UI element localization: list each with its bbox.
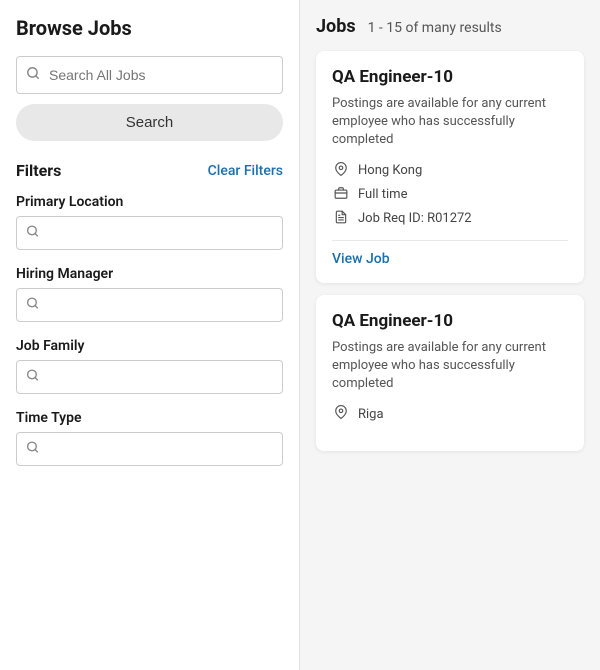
filter-group-hiring-manager: Hiring Manager (16, 266, 283, 322)
job-type-text: Full time (358, 187, 407, 202)
job-req-item: Job Req ID: R01272 (332, 210, 568, 228)
search-input[interactable] (16, 56, 283, 94)
filter-group-time-type: Time Type (16, 410, 283, 466)
job-location-text: Hong Kong (358, 163, 422, 178)
briefcase-icon (332, 186, 350, 204)
filter-input-hiring-manager[interactable] (16, 288, 283, 322)
filters-title: Filters (16, 161, 61, 180)
location-icon (332, 162, 350, 180)
filter-search-icon-time-type (26, 441, 39, 458)
filter-search-icon-location (26, 225, 39, 242)
filter-label-primary-location: Primary Location (16, 194, 283, 210)
search-box-wrapper (16, 56, 283, 94)
job-card: QA Engineer-10 Postings are available fo… (316, 51, 584, 283)
filter-search-icon-hiring-manager (26, 297, 39, 314)
job-description: Postings are available for any current e… (332, 339, 568, 394)
job-card: QA Engineer-10 Postings are available fo… (316, 295, 584, 452)
filter-group-primary-location: Primary Location (16, 194, 283, 250)
view-job-link[interactable]: View Job (332, 251, 390, 267)
job-divider (332, 240, 568, 241)
location-icon (332, 405, 350, 423)
filter-input-primary-location[interactable] (16, 216, 283, 250)
filters-header: Filters Clear Filters (16, 161, 283, 180)
filter-input-job-family[interactable] (16, 360, 283, 394)
search-button[interactable]: Search (16, 104, 283, 141)
right-panel: Jobs 1 - 15 of many results QA Engineer-… (300, 0, 600, 670)
job-req-text: Job Req ID: R01272 (358, 211, 472, 226)
job-location-item: Hong Kong (332, 162, 568, 180)
search-icon (26, 66, 40, 84)
clear-filters-link[interactable]: Clear Filters (208, 163, 283, 179)
job-description: Postings are available for any current e… (332, 95, 568, 150)
jobs-header-title: Jobs (316, 16, 356, 37)
page-title: Browse Jobs (16, 16, 283, 40)
jobs-header: Jobs 1 - 15 of many results (316, 16, 584, 37)
filter-label-time-type: Time Type (16, 410, 283, 426)
job-type-item: Full time (332, 186, 568, 204)
document-icon (332, 210, 350, 228)
jobs-count: 1 - 15 of many results (368, 20, 502, 36)
left-panel: Browse Jobs Search Filters Clear Filters… (0, 0, 300, 670)
job-title: QA Engineer-10 (332, 67, 568, 87)
filter-input-time-type[interactable] (16, 432, 283, 466)
filter-group-job-family: Job Family (16, 338, 283, 394)
filter-search-icon-job-family (26, 369, 39, 386)
job-title: QA Engineer-10 (332, 311, 568, 331)
filter-label-hiring-manager: Hiring Manager (16, 266, 283, 282)
job-location-item: Riga (332, 405, 568, 423)
job-meta: Hong Kong Full time (332, 162, 568, 228)
job-meta: Riga (332, 405, 568, 423)
job-location-text: Riga (358, 407, 384, 422)
filter-label-job-family: Job Family (16, 338, 283, 354)
